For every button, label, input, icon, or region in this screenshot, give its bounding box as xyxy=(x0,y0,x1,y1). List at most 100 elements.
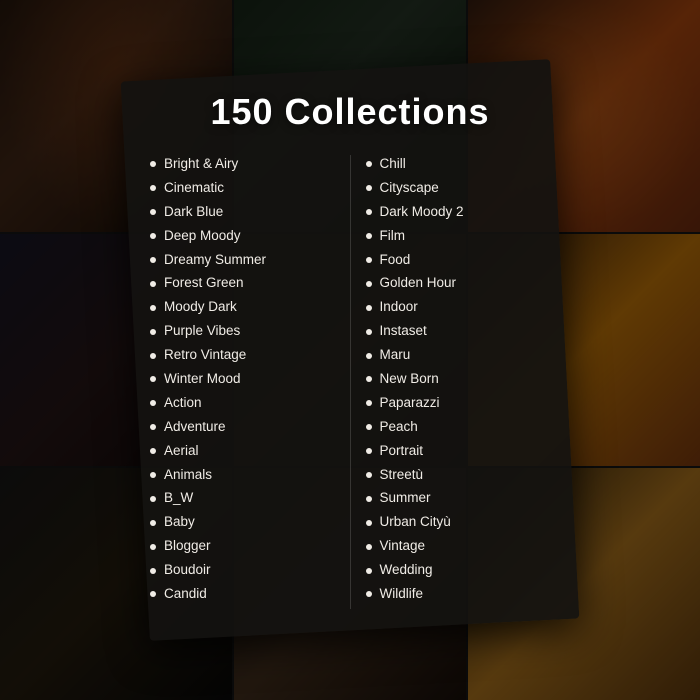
bullet-icon xyxy=(150,185,156,191)
item-label: Cinematic xyxy=(164,179,224,198)
item-label: Peach xyxy=(380,418,418,437)
item-label: Maru xyxy=(380,346,411,365)
list-item: Forest Green xyxy=(150,274,335,293)
bullet-icon xyxy=(150,329,156,335)
bullet-icon xyxy=(150,209,156,215)
list-item: Food xyxy=(366,251,551,270)
list-item: Deep Moody xyxy=(150,227,335,246)
item-label: Action xyxy=(164,394,202,413)
list-item: Bright & Airy xyxy=(150,155,335,174)
item-label: Paparazzi xyxy=(380,394,440,413)
item-label: Adventure xyxy=(164,418,226,437)
bullet-icon xyxy=(150,424,156,430)
collections-list: Bright & Airy Cinematic Dark Blue Deep Mood… xyxy=(140,155,560,609)
list-item: Action xyxy=(150,394,335,413)
item-label: Deep Moody xyxy=(164,227,241,246)
item-label: Vintage xyxy=(380,537,426,556)
bullet-icon xyxy=(150,544,156,550)
bullet-icon xyxy=(150,281,156,287)
bullet-icon xyxy=(366,496,372,502)
list-item: Cinematic xyxy=(150,179,335,198)
bullet-icon xyxy=(366,400,372,406)
item-label: B_W xyxy=(164,490,193,509)
list-item: Vintage xyxy=(366,537,551,556)
item-label: Wildlife xyxy=(380,585,424,604)
bullet-icon xyxy=(150,448,156,454)
list-item: New Born xyxy=(366,370,551,389)
list-item: Wildlife xyxy=(366,585,551,604)
left-column: Bright & Airy Cinematic Dark Blue Deep Mood… xyxy=(140,155,345,609)
list-item: Urban Cityù xyxy=(366,513,551,532)
item-label: Moody Dark xyxy=(164,298,237,317)
bullet-icon xyxy=(366,329,372,335)
item-label: Winter Mood xyxy=(164,370,241,389)
bullet-icon xyxy=(366,305,372,311)
bullet-icon xyxy=(366,209,372,215)
bullet-icon xyxy=(150,496,156,502)
list-item: Adventure xyxy=(150,418,335,437)
item-label: Boudoir xyxy=(164,561,211,580)
bullet-icon xyxy=(150,568,156,574)
list-item: Aerial xyxy=(150,442,335,461)
list-item: Golden Hour xyxy=(366,274,551,293)
item-label: Summer xyxy=(380,490,431,509)
item-label: Retro Vintage xyxy=(164,346,246,365)
right-column: ChillCityscapeDark Moody 2FilmFoodGolden… xyxy=(356,155,561,609)
bullet-icon xyxy=(150,520,156,526)
item-label: New Born xyxy=(380,370,439,389)
list-item: Instaset xyxy=(366,322,551,341)
list-item: Winter Mood xyxy=(150,370,335,389)
item-label: Wedding xyxy=(380,561,433,580)
list-item: Boudoir xyxy=(150,561,335,580)
content-area: 150 Collections Bright & Airy Cinematic Da… xyxy=(140,91,560,609)
item-label: Portrait xyxy=(380,442,424,461)
item-label: Dreamy Summer xyxy=(164,251,266,270)
bullet-icon xyxy=(150,353,156,359)
bullet-icon xyxy=(150,305,156,311)
bullet-icon xyxy=(366,185,372,191)
column-divider xyxy=(350,155,351,609)
list-item: Indoor xyxy=(366,298,551,317)
item-label: Indoor xyxy=(380,298,418,317)
bullet-icon xyxy=(366,424,372,430)
list-item: Streetù xyxy=(366,466,551,485)
bullet-icon xyxy=(150,472,156,478)
item-label: Chill xyxy=(380,155,406,174)
list-item: Film xyxy=(366,227,551,246)
page-title: 150 Collections xyxy=(140,91,560,133)
item-label: Urban Cityù xyxy=(380,513,451,532)
bullet-icon xyxy=(150,400,156,406)
list-item: B_W xyxy=(150,490,335,509)
main-container: 150 Collections Bright & Airy Cinematic Da… xyxy=(0,0,700,700)
item-label: Film xyxy=(380,227,406,246)
bullet-icon xyxy=(366,448,372,454)
bullet-icon xyxy=(150,257,156,263)
list-item: Chill xyxy=(366,155,551,174)
item-label: Cityscape xyxy=(380,179,439,198)
item-label: Animals xyxy=(164,466,212,485)
item-label: Aerial xyxy=(164,442,199,461)
item-label: Forest Green xyxy=(164,274,244,293)
item-label: Instaset xyxy=(380,322,427,341)
bullet-icon xyxy=(366,376,372,382)
list-item: Dark Blue xyxy=(150,203,335,222)
list-item: Cityscape xyxy=(366,179,551,198)
list-item: Summer xyxy=(366,490,551,509)
bullet-icon xyxy=(150,161,156,167)
bullet-icon xyxy=(366,592,372,598)
list-item: Peach xyxy=(366,418,551,437)
bullet-icon xyxy=(366,257,372,263)
item-label: Purple Vibes xyxy=(164,322,240,341)
bullet-icon xyxy=(366,544,372,550)
list-item: Baby xyxy=(150,513,335,532)
bullet-icon xyxy=(366,233,372,239)
bullet-icon xyxy=(366,281,372,287)
list-item: Purple Vibes xyxy=(150,322,335,341)
item-label: Blogger xyxy=(164,537,211,556)
list-item: Portrait xyxy=(366,442,551,461)
item-label: Bright & Airy xyxy=(164,155,238,174)
item-label: Streetù xyxy=(380,466,424,485)
bullet-icon xyxy=(150,233,156,239)
item-label: Candid xyxy=(164,585,207,604)
item-label: Food xyxy=(380,251,411,270)
